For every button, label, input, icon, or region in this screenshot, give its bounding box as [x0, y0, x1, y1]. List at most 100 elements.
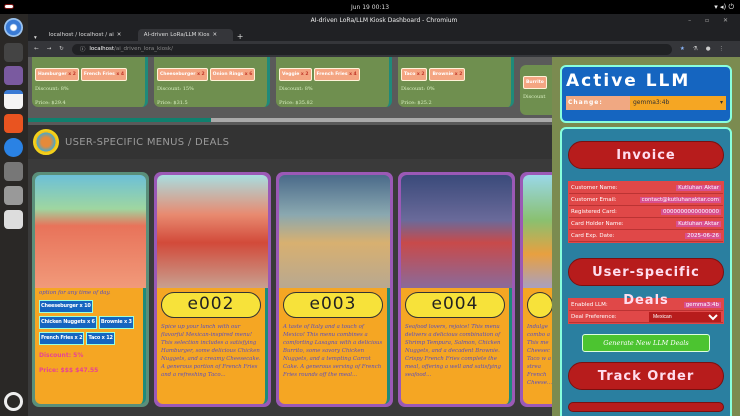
url-input[interactable]: ⓘ localhost/ai_driven_lora_kiosk/	[71, 43, 672, 55]
item-tag: Veggie x 2	[279, 68, 312, 81]
tab-phpmyadmin[interactable]: localhost / localhost / ai ✕	[43, 29, 138, 41]
url-path: /ai_driven_lora_kiosk/	[114, 46, 173, 52]
menu-description: option for any time of day.	[39, 290, 111, 296]
address-bar-row: ← → ↻ ⓘ localhost/ai_driven_lora_kiosk/ …	[28, 41, 740, 57]
price: Price: $31.5	[157, 100, 188, 106]
row-value: 2025-06-26	[685, 232, 721, 239]
system-tray-icons[interactable]: ▾ ◂) ⏻	[714, 3, 734, 12]
help-icon[interactable]	[4, 138, 23, 157]
item-tag: Onion Rings x 6	[209, 68, 256, 81]
item-row: French Fries x 2 Taco x 12	[39, 332, 139, 345]
workspace-indicator[interactable]	[4, 4, 14, 9]
terminal-icon[interactable]	[4, 43, 23, 62]
change-label: Change:	[566, 96, 630, 110]
item-row: Cheeseburger x 10	[39, 300, 139, 313]
row-label: Customer Name:	[571, 184, 618, 191]
invoice-row: Registered Card: 0000000000000000	[569, 206, 723, 218]
item-row: Chicken Nuggets x 6 Brownie x 3	[39, 316, 139, 329]
menu-card: Cheeseburger x 2 Onion Rings x 6 Discount…	[154, 57, 270, 107]
row-value: gemma3:4b	[683, 301, 721, 308]
price: Price: $29.4	[35, 100, 66, 106]
app-icon[interactable]	[4, 186, 23, 205]
menu-body: option for any time of day. Cheeseburger…	[35, 288, 146, 404]
menu-image	[401, 175, 512, 288]
control-panel: Active LLM Change: gemma3:4b Invoice Cus…	[552, 57, 740, 416]
close-icon[interactable]: ✕	[117, 32, 122, 38]
chromium-icon[interactable]	[4, 18, 23, 37]
row-label: Card Holder Name:	[571, 220, 624, 227]
extensions-icon[interactable]: ⚗	[693, 46, 698, 52]
menu-card-e004[interactable]: e004 Seafood lovers, rejoice! This menu …	[398, 172, 515, 407]
tab-strip: ▾ localhost / localhost / ai ✕ AI-driven …	[28, 28, 740, 41]
menu-image	[279, 175, 390, 288]
invoice-row: Card Exp. Date: 2025-06-26	[569, 230, 723, 242]
horizontal-scrollbar[interactable]	[28, 118, 552, 122]
invoice-row: Card Holder Name: Kutluhan Aktar	[569, 218, 723, 230]
menu-card: Hamburger x 2 French Fries x 4 Discount: …	[32, 57, 148, 107]
discount: Discount	[523, 94, 546, 100]
item-tag: Burrito	[523, 76, 547, 89]
bookmark-star-icon[interactable]: ★	[680, 46, 685, 52]
item-tag: French Fries x 4	[80, 68, 127, 81]
tab-kiosk[interactable]: AI-driven LoRa/LLM Kios ✕	[137, 29, 233, 41]
item-tag: French Fries x 4	[313, 68, 360, 81]
trash-icon[interactable]	[4, 210, 23, 229]
price: Price: $35.82	[279, 100, 313, 106]
tab-label: AI-driven LoRa/LLM Kios	[143, 32, 210, 38]
menu-code-badge: e003	[283, 292, 383, 318]
active-llm-title: Active LLM	[566, 71, 691, 91]
item-tag: Hamburger x 2	[35, 68, 79, 81]
new-tab-button[interactable]: +	[233, 32, 248, 41]
item-tag: Cheeseburger x 10	[39, 300, 93, 313]
generate-deals-button[interactable]: Generate New LLM Deals	[582, 334, 710, 352]
menus-carousel-top: Hamburger x 2 French Fries x 4 Discount: …	[28, 57, 560, 125]
row-label: Customer Email:	[571, 196, 617, 203]
row-value: Kutluhan Aktar	[676, 184, 721, 191]
discount: Discount: 15%	[157, 86, 194, 92]
menu-code-badge: e002	[161, 292, 261, 318]
menu-code-badge: e004	[405, 292, 505, 318]
menu-card-e003[interactable]: e003 A taste of Italy and a touch of Mex…	[276, 172, 393, 407]
menu-image	[157, 175, 268, 288]
profile-icon[interactable]: ●	[706, 46, 711, 52]
forward-icon[interactable]: →	[47, 46, 52, 52]
app-center-icon[interactable]	[4, 114, 23, 133]
menu-card-e002[interactable]: e002 Spice up your lunch with our flavor…	[154, 172, 271, 407]
row-label: Deal Preference:	[571, 313, 617, 320]
section-logo-icon	[33, 129, 59, 155]
back-icon[interactable]: ←	[34, 46, 39, 52]
window-controls[interactable]: – ▫ ✕	[688, 14, 734, 28]
tab-label: localhost / localhost / ai	[48, 32, 114, 38]
deal-preference-select[interactable]: Mexican	[649, 311, 721, 322]
files-icon[interactable]	[4, 66, 23, 85]
menu-card-e001[interactable]: option for any time of day. Cheeseburger…	[32, 172, 149, 407]
settings-icon[interactable]	[4, 162, 23, 181]
row-label: Card Exp. Date:	[571, 232, 615, 239]
show-apps-icon[interactable]	[4, 392, 23, 411]
menu-description: A taste of Italy and a touch of Mexico! …	[283, 324, 383, 378]
row-value: 0000000000000000	[661, 208, 721, 215]
menu-description: Indulge combo a This me Cheesec Taco w a…	[527, 324, 553, 386]
reload-icon[interactable]: ↻	[59, 46, 64, 52]
close-icon[interactable]: ✕	[213, 32, 218, 38]
invoice-heading: Invoice	[568, 141, 724, 169]
item-tag: Brownie x 2	[429, 68, 466, 81]
scrollbar-thumb[interactable]	[28, 118, 211, 122]
discount: Discount: 5%	[39, 352, 84, 359]
clock[interactable]: Jun 19 00:13	[351, 4, 389, 11]
menu-description: Seafood lovers, rejoice! This menu deliv…	[405, 324, 501, 378]
section-header: USER-SPECIFIC MENUS / DEALS	[28, 125, 552, 159]
menu-icon[interactable]: ⋮	[719, 46, 725, 52]
menu-description: Spice up your lunch with our flavorful M…	[161, 324, 261, 378]
next-section-heading	[568, 402, 724, 412]
menu-body: e002 Spice up your lunch with our flavor…	[157, 288, 268, 404]
site-info-icon[interactable]: ⓘ	[80, 45, 86, 53]
kiosk-page: Hamburger x 2 French Fries x 4 Discount: …	[28, 57, 740, 416]
section-title: USER-SPECIFIC MENUS / DEALS	[65, 136, 230, 148]
text-editor-icon[interactable]	[4, 90, 23, 109]
price: Price: $$$ $47.55	[39, 367, 99, 374]
menu-code-badge	[527, 292, 553, 318]
llm-select[interactable]: gemma3:4b	[630, 96, 726, 110]
url-host: localhost	[89, 46, 115, 52]
price: Price: $25.2	[401, 100, 432, 106]
